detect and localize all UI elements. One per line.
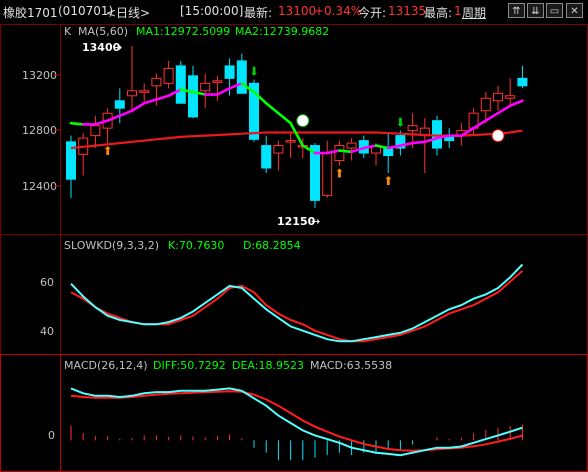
kd-pane-frame xyxy=(60,234,588,355)
high-label: 最高: xyxy=(424,6,453,20)
sell-arrow-icon: ⬇ xyxy=(249,65,259,79)
ma1-line xyxy=(130,101,146,113)
main-pane-label: K xyxy=(64,25,72,38)
candle-body xyxy=(493,92,503,102)
candle-body xyxy=(114,100,125,109)
ma1-line xyxy=(69,121,85,126)
ma1-line xyxy=(411,140,427,145)
kd-k-value: K:70.7630 xyxy=(168,239,224,252)
instrument-name: 橡胶1701 xyxy=(3,6,58,20)
low-arrow-icon: → xyxy=(311,215,320,228)
ma1-line xyxy=(118,109,134,117)
main-pane-frame xyxy=(60,24,588,235)
candle-body xyxy=(480,97,491,112)
candle-body xyxy=(285,140,296,143)
macd-dea-value: DEA:18.9523 xyxy=(232,359,304,372)
sell-arrow-icon: ⬇ xyxy=(395,116,405,130)
period-button[interactable]: 周期 xyxy=(462,4,486,21)
candle-body xyxy=(175,65,186,104)
double-up-icon[interactable]: ⇈ xyxy=(508,3,525,18)
ma1-line xyxy=(264,101,280,115)
ma1-line xyxy=(496,104,512,115)
candle-body xyxy=(188,75,198,118)
candle-body xyxy=(322,152,333,196)
macd-pane-label: MACD(26,12,4) xyxy=(64,359,148,372)
restore-icon[interactable]: ▭ xyxy=(546,3,563,18)
ma1-value: MA1:12972.5099 xyxy=(136,25,230,38)
open-value: 13135 xyxy=(388,4,427,18)
buy-arrow-icon: ⬆ xyxy=(334,166,344,180)
buy-arrow-icon: ⬆ xyxy=(103,144,113,158)
candle-body xyxy=(151,77,162,87)
ma1-line xyxy=(277,111,292,125)
kd-pane-label: SLOWKD(9,3,3,2) xyxy=(64,239,159,252)
macd-diff-line xyxy=(70,387,523,457)
candle-body xyxy=(261,145,272,169)
macd-tick-0: 0 xyxy=(48,429,55,442)
candle-body xyxy=(224,65,235,79)
buy-arrow-icon: ⬆ xyxy=(383,174,393,188)
period-label: <日线> xyxy=(106,6,151,20)
kd-k-line xyxy=(70,263,524,343)
change-percent: +0.34% xyxy=(314,4,363,18)
candle-body xyxy=(517,77,528,87)
macd-dea-line xyxy=(70,390,523,452)
main-tick-12800: 12800 xyxy=(22,124,57,137)
chart-area: K MA(5,60) MA1:12972.5099 MA2:12739.9682… xyxy=(0,24,588,472)
macd-plot xyxy=(70,387,523,461)
title-bar: 橡胶1701 (010701) <日线> [15:00:00] 最新: 1310… xyxy=(0,0,588,25)
ma1-line xyxy=(155,94,170,101)
ma2-value: MA2:12739.9682 xyxy=(235,25,329,38)
time-stamp: [15:00:00] xyxy=(180,4,244,18)
kd-d-value: D:68.2854 xyxy=(243,239,301,252)
candlestick-plot: ⬆ ⬆ ⬆ ⬇ ⬇ xyxy=(66,45,528,208)
candle-body xyxy=(90,125,101,137)
candle-body xyxy=(334,145,345,162)
main-tick-13200: 13200 xyxy=(22,69,57,82)
double-down-icon[interactable]: ⇊ xyxy=(527,3,544,18)
latest-value: 13100 xyxy=(278,4,317,18)
macd-value: MACD:63.5538 xyxy=(310,359,392,372)
macd-pane-frame xyxy=(60,354,588,472)
high-arrow-icon: → xyxy=(113,41,122,54)
high-value: 1 xyxy=(454,4,462,18)
candle-body xyxy=(407,125,418,132)
candle-body xyxy=(127,90,137,97)
instrument-code: (010701) xyxy=(58,4,114,18)
close-icon[interactable]: ✕ xyxy=(566,3,583,18)
candle-body xyxy=(346,142,357,149)
candle-body xyxy=(163,67,174,84)
ma1-line xyxy=(508,99,524,108)
kd-tick-60: 60 xyxy=(40,276,54,289)
candle-body xyxy=(212,80,223,83)
ma1-line xyxy=(338,149,353,154)
main-tick-12400: 12400 xyxy=(22,180,57,193)
latest-label: 最新: xyxy=(244,6,273,20)
ma1-line xyxy=(216,86,231,96)
candle-body xyxy=(505,95,516,99)
ma1-line xyxy=(142,98,158,105)
macd-diff-value: DIFF:50.7292 xyxy=(153,359,226,372)
low-annotation: 12150 xyxy=(277,215,316,228)
smiley-red-icon xyxy=(491,129,505,143)
kd-tick-40: 40 xyxy=(40,325,54,338)
candle-body xyxy=(139,90,150,93)
open-label: 今开: xyxy=(358,6,387,20)
smiley-green-icon xyxy=(296,114,310,128)
kd-d-line xyxy=(70,270,524,343)
ma-params-label: MA(5,60) xyxy=(78,25,128,38)
ma1-line xyxy=(484,111,500,122)
kd-plot xyxy=(70,263,524,343)
macd-axis-frame xyxy=(0,354,61,472)
candle-body xyxy=(236,60,247,94)
candle-body xyxy=(273,145,284,154)
candle-body xyxy=(200,82,211,92)
